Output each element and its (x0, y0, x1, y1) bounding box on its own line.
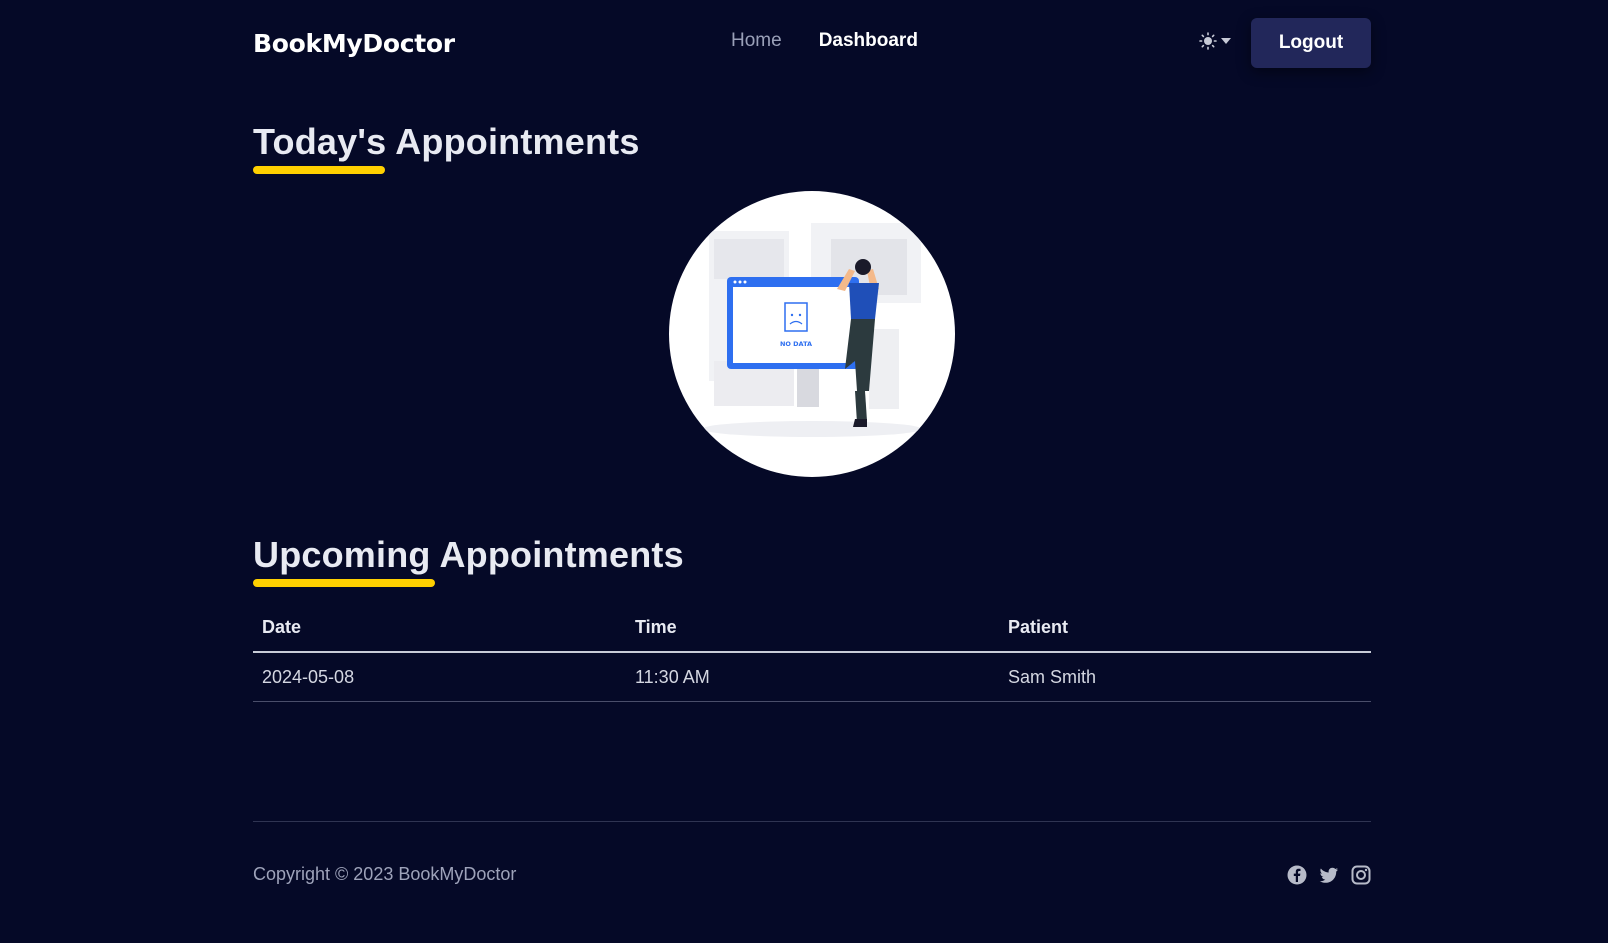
main-nav: Home Dashboard (731, 30, 918, 52)
table-row: 2024-05-08 11:30 AM Sam Smith (253, 652, 1371, 702)
svg-text:NO DATA: NO DATA (780, 340, 812, 348)
footer-divider (253, 821, 1371, 822)
twitter-icon[interactable] (1319, 865, 1339, 885)
social-links (1287, 865, 1371, 885)
column-header-date: Date (253, 608, 626, 653)
chevron-down-icon (1221, 38, 1231, 44)
table-header-row: Date Time Patient (253, 608, 1371, 653)
nav-home-link[interactable]: Home (731, 30, 782, 52)
facebook-icon[interactable] (1287, 865, 1307, 885)
heading-underline (253, 166, 385, 174)
nav-dashboard-link[interactable]: Dashboard (819, 30, 918, 52)
theme-toggle-dropdown[interactable] (1199, 32, 1231, 50)
copyright-text: Copyright © 2023 BookMyDoctor (253, 864, 517, 884)
instagram-icon[interactable] (1351, 865, 1371, 885)
sun-icon (1199, 32, 1217, 50)
no-data-illustration: NO DATA (669, 191, 955, 477)
heading-underline (253, 579, 435, 587)
appointment-time: 11:30 AM (626, 652, 999, 702)
appointment-patient: Sam Smith (999, 652, 1371, 702)
column-header-patient: Patient (999, 608, 1371, 653)
upcoming-appointments-heading: Upcoming Appointments (253, 534, 684, 575)
todays-appointments-heading: Today's Appointments (253, 121, 640, 162)
logout-button[interactable]: Logout (1251, 18, 1371, 68)
upcoming-appointments-table: Date Time Patient 2024-05-08 11:30 AM Sa… (253, 608, 1371, 702)
top-navbar: BookMyDoctor Home Dashboard Logout (253, 0, 1371, 86)
column-header-time: Time (626, 608, 999, 653)
appointment-date: 2024-05-08 (253, 652, 626, 702)
brand-logo[interactable]: BookMyDoctor (253, 29, 455, 58)
